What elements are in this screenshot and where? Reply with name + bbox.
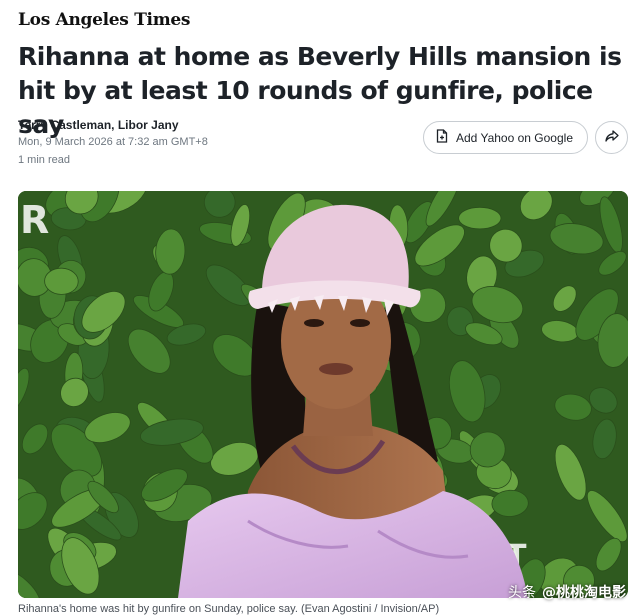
watermark-handle: @桃桃淘电影	[542, 585, 626, 601]
add-yahoo-on-google-label: Add Yahoo on Google	[456, 130, 573, 145]
add-yahoo-on-google-button[interactable]: Add Yahoo on Google	[423, 121, 588, 154]
plus-document-icon	[436, 129, 448, 146]
byline-timestamp: Mon, 9 March 2026 at 7:32 am GMT+8	[18, 136, 208, 148]
byline-read-time: 1 min read	[18, 154, 70, 166]
byline-authors[interactable]: Terry Castleman, Libor Jany	[18, 118, 208, 133]
photo-caption: Rihanna's home was hit by gunfire on Sun…	[18, 603, 440, 615]
masthead-logo[interactable]: Los Angeles Times	[18, 10, 190, 30]
article-photo[interactable]: R L T	[18, 191, 628, 598]
article-actions: Add Yahoo on Google	[423, 121, 628, 154]
byline: Terry Castleman, Libor Jany Mon, 9 March…	[18, 118, 208, 169]
share-button[interactable]	[595, 121, 628, 154]
photo-illustration: R L T	[18, 191, 628, 598]
svg-text:R: R	[20, 198, 49, 242]
share-arrow-icon	[604, 129, 619, 147]
watermark: 头条 @桃桃淘电影	[508, 582, 626, 602]
watermark-prefix: 头条	[508, 585, 536, 601]
